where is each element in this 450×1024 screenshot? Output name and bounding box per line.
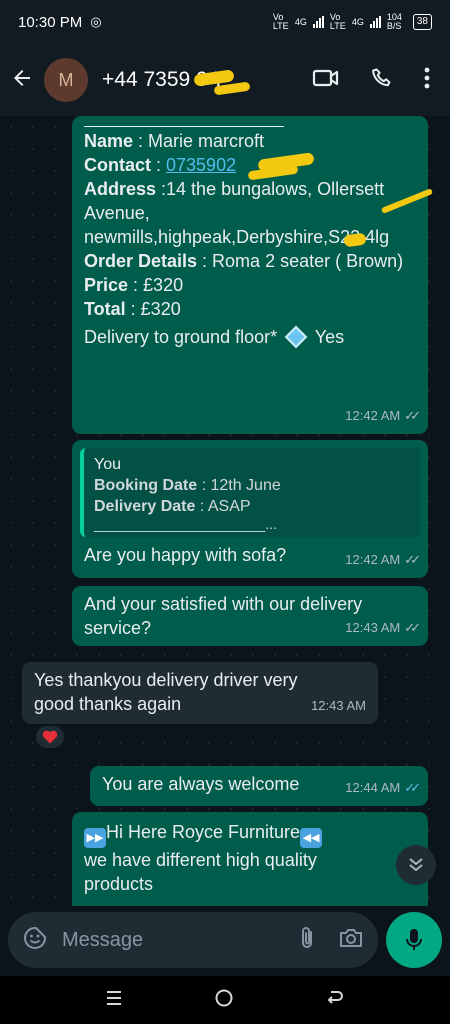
order-total-line: Total : £320 <box>84 297 416 321</box>
message-input[interactable] <box>62 928 252 952</box>
order-price-line: Price : £320 <box>84 273 416 297</box>
delivery-date-line: Delivery Date : ASAP <box>94 496 410 517</box>
system-nav-bar <box>0 976 450 1024</box>
message-time: 12:42 AM ✓✓ <box>345 404 421 428</box>
quote-author: You <box>94 456 121 473</box>
network-speed: 104 B/S <box>386 12 402 31</box>
signal-icon <box>312 16 324 28</box>
signal-icon-2 <box>369 16 381 28</box>
message-time: 12:43 AM ✓✓ <box>345 616 421 640</box>
video-call-icon[interactable] <box>312 66 340 95</box>
message-welcome[interactable]: You are always welcome 12:44 AM ✓✓ <box>90 766 428 806</box>
sticker-icon[interactable] <box>22 925 48 956</box>
total-value: : £320 <box>125 299 181 319</box>
double-tick-icon: ✓✓ <box>404 620 421 635</box>
promo-line2: we have different high quality products <box>84 850 317 894</box>
network-type: 4G <box>294 17 307 27</box>
total-label: Total <box>84 299 126 319</box>
more-vert-icon[interactable] <box>424 67 430 94</box>
order-value: : Roma 2 seater ( Brown) <box>197 251 404 271</box>
time-text: 12:43 AM <box>311 698 366 713</box>
promo-line1: ▶▶ Hi Here Royce Furniture ◀◀ <box>84 820 416 848</box>
message-time: 12:44 AM ✓✓ <box>345 776 421 800</box>
booking-line: Booking Date : 12th June <box>94 475 410 496</box>
heart-icon <box>42 730 58 744</box>
whatsapp-status-icon: ◎ <box>90 14 102 29</box>
fast-forward-icon: ▶▶ <box>84 828 106 848</box>
divider-line <box>84 126 284 127</box>
compose-bar <box>0 906 450 976</box>
name-value: : Marie marcroft <box>133 131 265 151</box>
mic-icon <box>406 929 422 950</box>
order-label: Order Details <box>84 251 198 271</box>
time-text: 12:43 AM <box>345 620 401 635</box>
reaction-badge[interactable] <box>34 724 66 750</box>
contact-label: Contact <box>84 155 151 175</box>
double-tick-icon: ✓✓ <box>404 408 421 423</box>
time-text: 12:44 AM <box>345 780 401 795</box>
recent-apps-icon[interactable] <box>105 989 123 1012</box>
avatar[interactable]: M <box>44 58 88 102</box>
quote-underline: ______________________... <box>94 516 277 532</box>
network-label: Vo LTE <box>272 12 289 31</box>
delivery-line: Delivery to ground floor* Yes <box>84 325 416 349</box>
diamond-icon <box>284 325 308 349</box>
network-label-2: Vo LTE <box>329 12 346 31</box>
order-details-line: Order Details : Roma 2 seater ( Brown) <box>84 249 416 273</box>
promo-title: Hi Here Royce Furniture <box>106 822 301 842</box>
rewind-icon: ◀◀ <box>300 828 323 848</box>
message-box[interactable] <box>8 912 378 968</box>
contact-link[interactable]: 0735902 <box>166 155 236 175</box>
incoming-text: Yes thankyou delivery driver very good t… <box>34 670 298 714</box>
status-bar: 10:30 PM ◎ Vo LTE 4G Vo LTE 4G 104 B/S 3… <box>0 0 450 44</box>
chat-area[interactable]: Name : Marie marcroft Contact : 0735902 … <box>0 116 450 906</box>
message-time: 12:43 AM <box>311 694 366 718</box>
double-tick-icon: ✓✓ <box>404 552 421 567</box>
camera-icon[interactable] <box>338 926 364 955</box>
chevron-double-down-icon <box>409 858 423 872</box>
delivery-date-value: : ASAP <box>195 498 251 515</box>
time-text: 12:42 AM <box>345 408 401 423</box>
order-address-line: Address :14 the bungalows, Ollersett Ave… <box>84 177 416 249</box>
paperclip-icon[interactable] <box>296 925 318 956</box>
satisfied-text: And your satisfied with our delivery ser… <box>84 594 363 638</box>
message-promo[interactable]: ▶▶ Hi Here Royce Furniture ◀◀ we have diff… <box>72 812 428 906</box>
delivery-yes: Yes <box>310 327 345 347</box>
scroll-to-bottom-button[interactable] <box>396 845 436 885</box>
back-nav-icon[interactable] <box>325 988 345 1013</box>
status-time: 10:30 PM <box>18 13 83 31</box>
quoted-message[interactable]: You Booking Date : 12th June Delivery Da… <box>80 448 420 537</box>
message-order-details[interactable]: Name : Marie marcroft Contact : 0735902 … <box>72 116 434 434</box>
home-icon[interactable] <box>214 988 234 1013</box>
arrow-left-icon[interactable] <box>10 66 34 95</box>
chat-header: M +44 7359 0 7 <box>0 44 450 116</box>
delivery-text: Delivery to ground floor* <box>84 327 278 347</box>
message-reply-sofa[interactable]: You Booking Date : 12th June Delivery Da… <box>72 440 428 578</box>
price-value: : £320 <box>128 275 184 295</box>
message-time: 12:42 AM ✓✓ <box>345 548 421 572</box>
price-label: Price <box>84 275 129 295</box>
phone-icon[interactable] <box>370 66 394 95</box>
message-satisfied[interactable]: And your satisfied with our delivery ser… <box>72 586 428 646</box>
time-text: 12:42 AM <box>345 552 401 567</box>
mic-button[interactable] <box>386 912 442 968</box>
booking-label: Booking Date <box>94 477 198 494</box>
double-tick-read-icon: ✓✓ <box>404 780 421 795</box>
address-label: Address <box>84 179 157 199</box>
battery-icon: 38 <box>412 14 432 30</box>
name-label: Name <box>84 131 134 151</box>
message-incoming[interactable]: Yes thankyou delivery driver very good t… <box>22 662 378 724</box>
order-name-line: Name : Marie marcroft <box>84 129 416 153</box>
booking-value: : 12th June <box>197 477 281 494</box>
network-type-2: 4G <box>351 17 364 27</box>
delivery-date-label: Delivery Date <box>94 498 196 515</box>
